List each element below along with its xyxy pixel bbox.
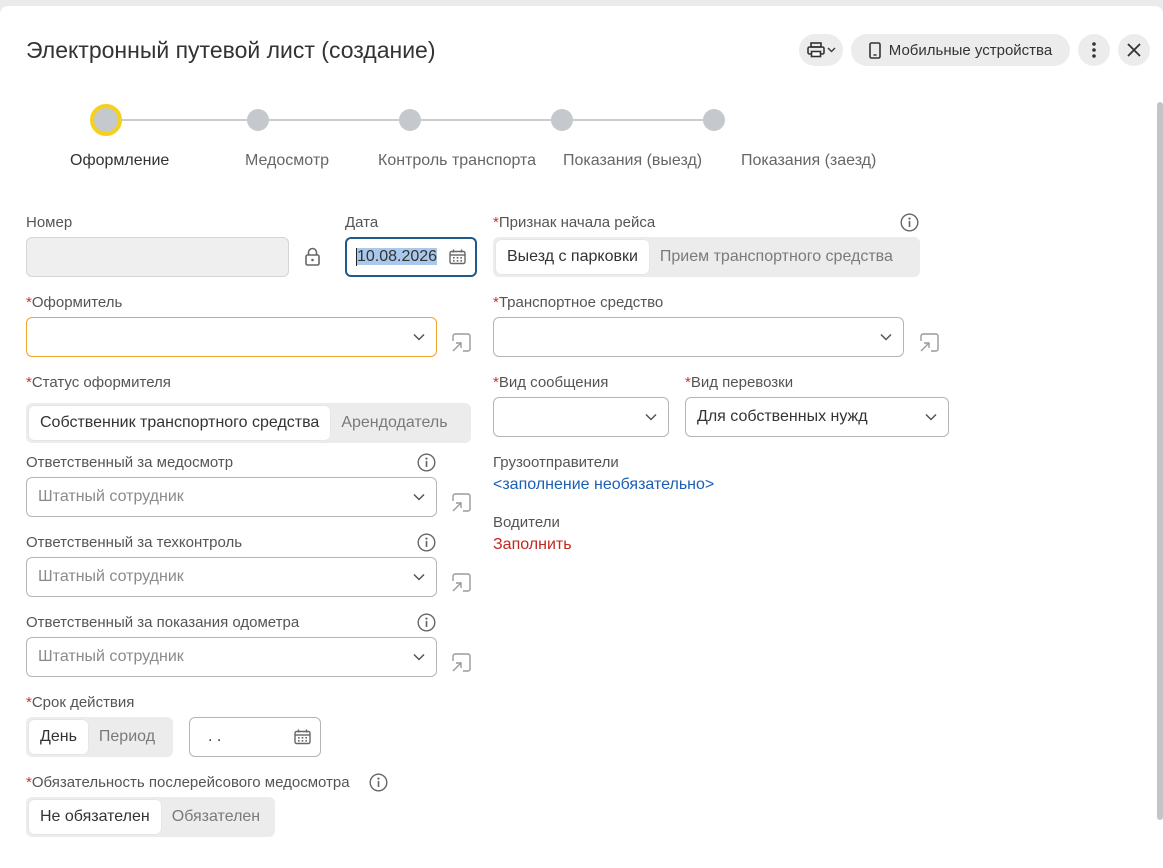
info-icon[interactable] <box>900 213 919 232</box>
step-label-readings-in[interactable]: Показания (заезд) <box>741 152 876 170</box>
step-label-medical[interactable]: Медосмотр <box>245 152 329 170</box>
more-button[interactable] <box>1078 34 1110 66</box>
chevron-down-icon <box>925 413 937 421</box>
print-button[interactable] <box>799 34 843 66</box>
number-field <box>26 237 289 277</box>
chevron-down-icon <box>413 573 425 581</box>
date-value: 10.08.2026 <box>357 248 438 266</box>
transport-type-value: Для собственных нужд <box>697 408 868 425</box>
date-label: Дата <box>345 214 379 231</box>
trip-start-label: *Признак начала рейса <box>493 214 656 231</box>
resp-odometer-placeholder: Штатный сотрудник <box>38 648 184 665</box>
dialog-window: Электронный путевой лист (создание) Моби… <box>0 6 1163 868</box>
issuer-status-label: *Статус оформителя <box>26 374 171 391</box>
info-icon[interactable] <box>417 613 436 632</box>
resp-tech-select[interactable]: Штатный сотрудник <box>26 557 437 597</box>
step-dot-readings-in[interactable] <box>703 109 725 131</box>
message-type-select[interactable] <box>493 397 669 437</box>
open-link-icon[interactable] <box>449 491 473 515</box>
resp-odometer-select[interactable]: Штатный сотрудник <box>26 637 437 677</box>
page-title: Электронный путевой лист (создание) <box>26 37 436 63</box>
message-type-label: *Вид сообщения <box>493 374 609 391</box>
scrollbar[interactable] <box>1157 102 1163 820</box>
step-dot-readings-out[interactable] <box>551 109 573 131</box>
step-dot-registration[interactable] <box>90 104 122 136</box>
step-dot-transport-control[interactable] <box>399 109 421 131</box>
validity-date-value: . . <box>208 728 222 745</box>
more-vertical-icon <box>1092 42 1096 58</box>
info-icon[interactable] <box>417 533 436 552</box>
issuer-label: *Оформитель <box>26 294 123 311</box>
transport-type-select[interactable]: Для собственных нужд <box>685 397 949 437</box>
resp-tech-placeholder: Штатный сотрудник <box>38 568 184 585</box>
issuer-status-option-owner[interactable]: Собственник транспортного средства <box>29 406 331 440</box>
step-dot-medical[interactable] <box>247 109 269 131</box>
calendar-icon[interactable] <box>449 249 466 265</box>
open-link-icon[interactable] <box>449 651 473 675</box>
mobile-devices-label: Мобильные устройства <box>888 41 1053 59</box>
post-trip-medical-selector[interactable]: Не обязателен Обязателен <box>26 797 275 837</box>
lock-icon[interactable] <box>304 247 321 267</box>
date-input[interactable]: 10.08.2026 <box>345 237 477 277</box>
drivers-fill-link[interactable]: Заполнить <box>493 536 572 554</box>
transport-type-label: *Вид перевозки <box>685 374 794 391</box>
printer-icon <box>806 42 825 58</box>
chevron-down-icon <box>413 333 425 341</box>
shippers-label: Грузоотправители <box>493 454 619 471</box>
validity-date-input[interactable]: . . <box>189 717 321 757</box>
chevron-down-icon <box>880 333 892 341</box>
post-trip-medical-option-required[interactable]: Обязателен <box>161 800 271 834</box>
chevron-down-icon <box>413 653 425 661</box>
chevron-down-icon <box>645 413 657 421</box>
drivers-label: Водители <box>493 514 560 531</box>
open-link-icon[interactable] <box>449 331 473 355</box>
close-button[interactable] <box>1118 34 1150 66</box>
mobile-devices-button[interactable]: Мобильные устройства <box>851 34 1070 66</box>
trip-start-selector[interactable]: Выезд с парковки Прием транспортного сре… <box>493 237 920 277</box>
post-trip-medical-label: *Обязательность послерейсового медосмотр… <box>26 774 350 791</box>
resp-medical-select[interactable]: Штатный сотрудник <box>26 477 437 517</box>
issuer-select[interactable] <box>26 317 437 357</box>
trip-start-option-vehicle-acceptance[interactable]: Прием транспортного средства <box>649 240 904 274</box>
resp-medical-label: Ответственный за медосмотр <box>26 454 234 471</box>
issuer-status-option-lessor[interactable]: Арендодатель <box>330 406 458 440</box>
chevron-down-icon <box>413 493 425 501</box>
vehicle-label: *Транспортное средство <box>493 294 664 311</box>
validity-label: *Срок действия <box>26 694 135 711</box>
calendar-icon[interactable] <box>294 729 311 745</box>
issuer-status-selector[interactable]: Собственник транспортного средства Аренд… <box>26 403 471 443</box>
vehicle-select[interactable] <box>493 317 904 357</box>
validity-option-period[interactable]: Период <box>88 720 166 754</box>
chevron-down-icon <box>827 47 835 53</box>
close-icon <box>1127 43 1141 57</box>
shippers-link[interactable]: <заполнение необязательно> <box>493 476 714 494</box>
post-trip-medical-option-not-required[interactable]: Не обязателен <box>29 800 161 834</box>
trip-start-option-parking[interactable]: Выезд с парковки <box>496 240 649 274</box>
info-icon[interactable] <box>369 773 388 792</box>
phone-icon <box>868 41 881 59</box>
validity-selector[interactable]: День Период <box>26 717 173 757</box>
info-icon[interactable] <box>417 453 436 472</box>
step-label-transport-control[interactable]: Контроль транспорта <box>378 152 536 170</box>
number-label: Номер <box>26 214 73 231</box>
resp-medical-placeholder: Штатный сотрудник <box>38 488 184 505</box>
open-link-icon[interactable] <box>449 571 473 595</box>
resp-tech-label: Ответственный за техконтроль <box>26 534 243 551</box>
open-link-icon[interactable] <box>917 331 941 355</box>
resp-odometer-label: Ответственный за показания одометра <box>26 614 300 631</box>
step-label-registration[interactable]: Оформление <box>70 152 169 170</box>
validity-option-day[interactable]: День <box>29 720 88 754</box>
step-label-readings-out[interactable]: Показания (выезд) <box>563 152 702 170</box>
